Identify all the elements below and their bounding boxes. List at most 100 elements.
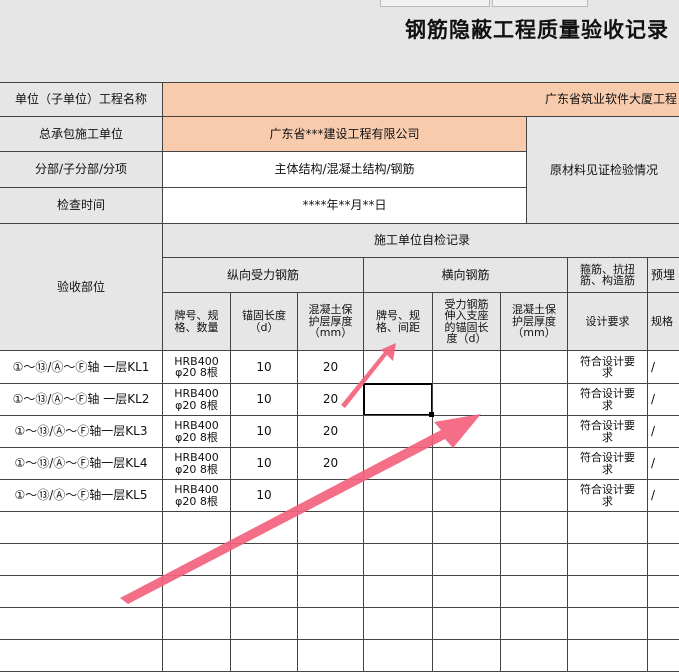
location-cell[interactable] — [0, 575, 163, 608]
transverse-grade-cell[interactable] — [363, 543, 433, 576]
anchor-cell[interactable] — [230, 543, 298, 576]
tab-stub[interactable] — [380, 0, 490, 7]
design-requirement-cell[interactable]: 符合设计要 求 — [567, 350, 648, 384]
transverse-anchor-cell[interactable] — [432, 415, 501, 448]
anchor-cell[interactable]: 10 — [230, 350, 298, 384]
embedded-header[interactable]: 预埋 — [647, 257, 679, 293]
embed-spec-cell[interactable]: / — [647, 415, 679, 448]
transverse-cover-cell[interactable] — [500, 447, 568, 480]
grade-cell[interactable]: HRB400 φ20 8根 — [162, 350, 231, 384]
cover-cell[interactable] — [297, 607, 364, 640]
embed-spec-cell[interactable]: / — [647, 447, 679, 480]
cover-cell[interactable]: 20 — [297, 350, 364, 384]
design-requirement-cell[interactable]: 符合设计要 求 — [567, 447, 648, 480]
location-cell[interactable]: ①～⑬/Ⓐ～Ⓕ轴一层KL5 — [0, 479, 163, 512]
transverse-anchor-cell[interactable] — [432, 607, 501, 640]
embed-spec-cell[interactable] — [647, 575, 679, 608]
cover-cell[interactable]: 20 — [297, 447, 364, 480]
transverse-anchor-cell[interactable] — [432, 575, 501, 608]
design-requirement-cell[interactable] — [567, 511, 648, 544]
location-cell[interactable] — [0, 543, 163, 576]
cover-cell[interactable]: 20 — [297, 415, 364, 448]
transverse-grade-cell[interactable] — [363, 639, 433, 672]
embed-spec-cell[interactable]: / — [647, 383, 679, 416]
fill-handle[interactable] — [429, 412, 434, 417]
self-check-header[interactable]: 施工单位自检记录 — [162, 223, 679, 258]
transverse-cover-cell[interactable] — [500, 575, 568, 608]
grade-cell[interactable]: HRB400 φ20 8根 — [162, 383, 231, 416]
embed-spec-cell[interactable] — [647, 639, 679, 672]
anchor-cell[interactable] — [230, 607, 298, 640]
stirrup-header[interactable]: 箍筋、抗扭 筋、构造筋 — [567, 257, 648, 293]
inspect-time-value[interactable]: ****年**月**日 — [162, 187, 527, 224]
longitudinal-header[interactable]: 纵向受力钢筋 — [162, 257, 364, 293]
anchor-cell[interactable]: 10 — [230, 479, 298, 512]
transverse-grade-cell[interactable] — [363, 415, 433, 448]
anchor-cell[interactable]: 10 — [230, 447, 298, 480]
transverse-cover-cell[interactable] — [500, 543, 568, 576]
transverse-cover-cell[interactable] — [500, 383, 568, 416]
grade-cell[interactable] — [162, 543, 231, 576]
column-header-col-grade[interactable]: 牌号、规 格、数量 — [162, 292, 231, 351]
grade-cell[interactable] — [162, 575, 231, 608]
selected-cell[interactable] — [363, 383, 433, 416]
embed-spec-cell[interactable]: / — [647, 479, 679, 512]
transverse-cover-cell[interactable] — [500, 511, 568, 544]
grade-cell[interactable] — [162, 639, 231, 672]
grade-cell[interactable]: HRB400 φ20 8根 — [162, 447, 231, 480]
cover-cell[interactable]: 20 — [297, 383, 364, 416]
transverse-grade-cell[interactable] — [363, 447, 433, 480]
location-cell[interactable] — [0, 607, 163, 640]
inspect-time-label[interactable]: 检查时间 — [0, 187, 163, 224]
transverse-anchor-cell[interactable] — [432, 447, 501, 480]
transverse-header[interactable]: 横向钢筋 — [363, 257, 568, 293]
cover-cell[interactable] — [297, 479, 364, 512]
column-header-col-cover[interactable]: 混凝土保 护层厚度 （mm） — [297, 292, 364, 351]
column-header-col-embed-spec[interactable]: 规格 — [647, 292, 679, 351]
anchor-cell[interactable]: 10 — [230, 383, 298, 416]
column-header-col-t-cover[interactable]: 混凝土保 护层厚度 （mm） — [500, 292, 568, 351]
anchor-cell[interactable]: 10 — [230, 415, 298, 448]
transverse-anchor-cell[interactable] — [432, 511, 501, 544]
embed-spec-cell[interactable]: / — [647, 350, 679, 384]
transverse-grade-cell[interactable] — [363, 607, 433, 640]
cover-cell[interactable] — [297, 639, 364, 672]
cover-cell[interactable] — [297, 575, 364, 608]
location-cell[interactable]: ①～⑬/Ⓐ～Ⓕ轴一层KL4 — [0, 447, 163, 480]
transverse-cover-cell[interactable] — [500, 607, 568, 640]
cover-cell[interactable] — [297, 511, 364, 544]
column-header-col-t-anchor[interactable]: 受力钢筋 伸入支座 的锚固长 度（d） — [432, 292, 501, 351]
tab-stub[interactable] — [492, 0, 588, 7]
grade-cell[interactable]: HRB400 φ20 8根 — [162, 479, 231, 512]
location-cell[interactable]: ①～⑬/Ⓐ～Ⓕ轴一层KL3 — [0, 415, 163, 448]
transverse-grade-cell[interactable] — [363, 511, 433, 544]
column-header-col-design[interactable]: 设计要求 — [567, 292, 648, 351]
transverse-cover-cell[interactable] — [500, 415, 568, 448]
design-requirement-cell[interactable]: 符合设计要 求 — [567, 415, 648, 448]
location-cell[interactable] — [0, 639, 163, 672]
transverse-cover-cell[interactable] — [500, 639, 568, 672]
unit-name-value[interactable]: 广东省筑业软件大厦工程 — [162, 82, 679, 117]
embed-spec-cell[interactable] — [647, 543, 679, 576]
transverse-grade-cell[interactable] — [363, 350, 433, 384]
unit-name-label[interactable]: 单位（子单位）工程名称 — [0, 82, 163, 117]
anchor-cell[interactable] — [230, 575, 298, 608]
design-requirement-cell[interactable] — [567, 543, 648, 576]
anchor-cell[interactable] — [230, 511, 298, 544]
design-requirement-cell[interactable] — [567, 575, 648, 608]
embed-spec-cell[interactable] — [647, 511, 679, 544]
grade-cell[interactable] — [162, 607, 231, 640]
location-cell[interactable]: ①～⑬/Ⓐ～Ⓕ轴 一层KL2 — [0, 383, 163, 416]
grade-cell[interactable]: HRB400 φ20 8根 — [162, 415, 231, 448]
material-label[interactable]: 原材料见证检验情况 — [526, 116, 679, 224]
transverse-anchor-cell[interactable] — [432, 543, 501, 576]
contractor-label[interactable]: 总承包施工单位 — [0, 116, 163, 152]
transverse-anchor-cell[interactable] — [432, 350, 501, 384]
column-header-col-t-grade[interactable]: 牌号、规 格、间距 — [363, 292, 433, 351]
transverse-cover-cell[interactable] — [500, 479, 568, 512]
transverse-cover-cell[interactable] — [500, 350, 568, 384]
cover-cell[interactable] — [297, 543, 364, 576]
transverse-grade-cell[interactable] — [363, 479, 433, 512]
subdivision-value[interactable]: 主体结构/混凝土结构/钢筋 — [162, 151, 527, 188]
anchor-cell[interactable] — [230, 639, 298, 672]
